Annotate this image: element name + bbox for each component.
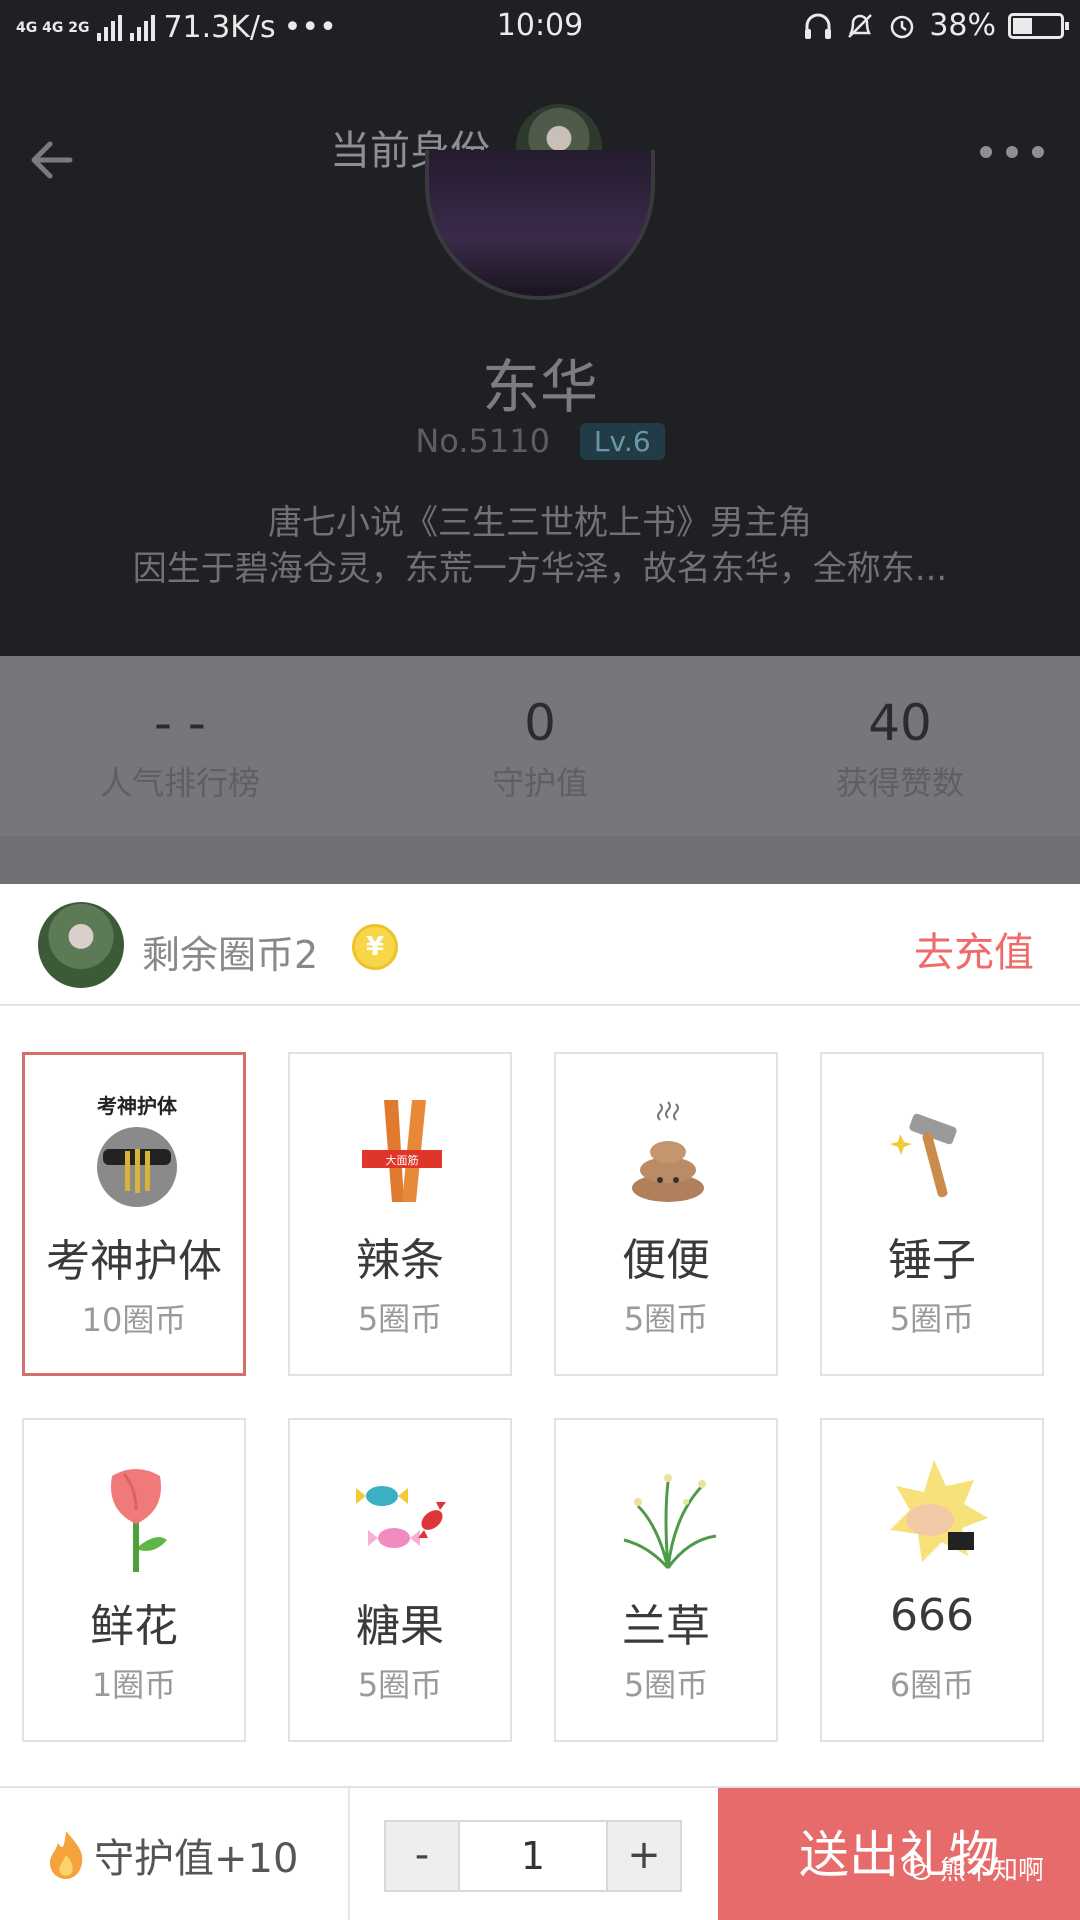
gift-candy[interactable]: 糖果 5圈币: [288, 1418, 512, 1742]
gift-price: 5圈币: [889, 1300, 975, 1338]
stat-label: 人气排行榜: [99, 764, 260, 802]
gift-name: 锤子: [888, 1235, 976, 1286]
coin-bar: 剩余圈币2 ¥ 去充值: [0, 884, 1080, 1006]
description-line-2: 因生于碧海仓灵，东荒一方华泽，故名东华，全称东...: [132, 549, 948, 589]
gift-price: 5圈币: [357, 1666, 443, 1704]
hammer-icon: [890, 1113, 957, 1198]
quantity-field[interactable]: 1: [458, 1822, 608, 1890]
increment-button[interactable]: +: [608, 1822, 680, 1890]
profile-avatar: [425, 150, 655, 300]
stat-value: 40: [868, 694, 932, 752]
exam-god-icon: 考神护体: [97, 1094, 178, 1207]
profile-number: No.5110: [415, 422, 550, 460]
status-right: 38%: [803, 8, 1069, 43]
recharge-link[interactable]: 去充值: [914, 920, 1034, 978]
gift-name: 666: [890, 1590, 974, 1641]
gift-price: 5圈币: [623, 1300, 709, 1338]
decrement-button[interactable]: -: [386, 1822, 458, 1890]
gift-price: 1圈币: [91, 1666, 177, 1704]
gift-price: 5圈币: [623, 1666, 709, 1704]
stat-guard[interactable]: 0 守护值: [360, 694, 720, 804]
gift-art-text: 考神护体: [97, 1094, 178, 1118]
more-options-icon[interactable]: [980, 146, 1044, 158]
gift-orchid[interactable]: 兰草 5圈币: [554, 1418, 778, 1742]
profile-meta: No.5110 Lv.6: [0, 422, 1080, 460]
gift-poop[interactable]: 便便 5圈币: [554, 1052, 778, 1376]
quantity-stepper: - 1 +: [384, 1820, 682, 1892]
guard-bonus-text: 守护值+10: [94, 1836, 299, 1882]
headphones-icon: [805, 13, 832, 39]
candy-icon: [356, 1486, 446, 1548]
gift-price: 10圈币: [81, 1301, 187, 1339]
avatar: [38, 902, 124, 988]
gift-666[interactable]: 666 6圈币: [820, 1418, 1044, 1742]
orchid-icon: [623, 1474, 717, 1570]
back-arrow-icon[interactable]: [24, 130, 84, 190]
description-line-1: 唐七小说《三生三世枕上书》男主角: [268, 503, 812, 543]
battery-percent: 38%: [929, 8, 996, 43]
flower-icon: [111, 1469, 167, 1572]
stat-likes[interactable]: 40 获得赞数: [720, 694, 1080, 804]
stat-popularity[interactable]: - - 人气排行榜: [0, 694, 360, 804]
stat-value: 0: [524, 694, 556, 752]
level-badge: Lv.6: [579, 422, 665, 460]
gift-price: 6圈币: [889, 1666, 975, 1704]
six-hand-icon: [890, 1460, 988, 1562]
stats-bar: - - 人气排行榜 0 守护值 40 获得赞数: [0, 656, 1080, 884]
gift-art-text: 大面筋: [386, 1153, 419, 1167]
wechat-icon: [902, 1857, 931, 1880]
spicy-strip-icon: 大面筋: [362, 1100, 442, 1202]
stat-label: 获得赞数: [835, 764, 964, 802]
divider: [348, 1788, 350, 1920]
gift-hammer[interactable]: 锤子 5圈币: [820, 1052, 1044, 1376]
gift-name: 糖果: [356, 1601, 444, 1652]
profile-name: 东华: [481, 353, 598, 421]
watermark: 熊不知啊: [902, 1850, 1044, 1887]
gift-exam-god[interactable]: 考神护体 考神护体 10圈币: [22, 1052, 246, 1376]
bell-off-icon: [848, 13, 873, 38]
profile-description: 唐七小说《三生三世枕上书》男主角 因生于碧海仓灵，东荒一方华泽，故名东华，全称东…: [60, 500, 1020, 592]
gift-name: 鲜花: [90, 1601, 178, 1652]
battery-icon: [1008, 12, 1069, 39]
gift-sheet: 剩余圈币2 ¥ 去充值 考神护体 考神护体 10圈币 大面筋 辣条 5圈币 便便…: [0, 884, 1080, 1920]
poop-icon: [632, 1101, 704, 1202]
flame-icon: [50, 1831, 83, 1879]
remaining-coins: 剩余圈币2: [142, 933, 319, 977]
gift-price: 5圈币: [357, 1300, 443, 1338]
status-bar: 4G 4G 2G 71.3K/s ••• 10:09 38%: [0, 0, 1080, 56]
gift-name: 便便: [622, 1235, 710, 1286]
stat-value: - -: [154, 694, 206, 752]
gift-name: 辣条: [356, 1235, 444, 1286]
coin-icon: ¥: [352, 924, 398, 970]
gift-spicy-strip[interactable]: 大面筋 辣条 5圈币: [288, 1052, 512, 1376]
gift-flower[interactable]: 鲜花 1圈币: [22, 1418, 246, 1742]
watermark-text: 熊不知啊: [939, 1856, 1044, 1886]
guard-bonus: 守护值+10: [46, 1826, 298, 1884]
stat-label: 守护值: [491, 764, 588, 802]
alarm-icon: [891, 15, 914, 38]
gift-name: 考神护体: [46, 1236, 222, 1287]
gift-name: 兰草: [622, 1601, 710, 1652]
